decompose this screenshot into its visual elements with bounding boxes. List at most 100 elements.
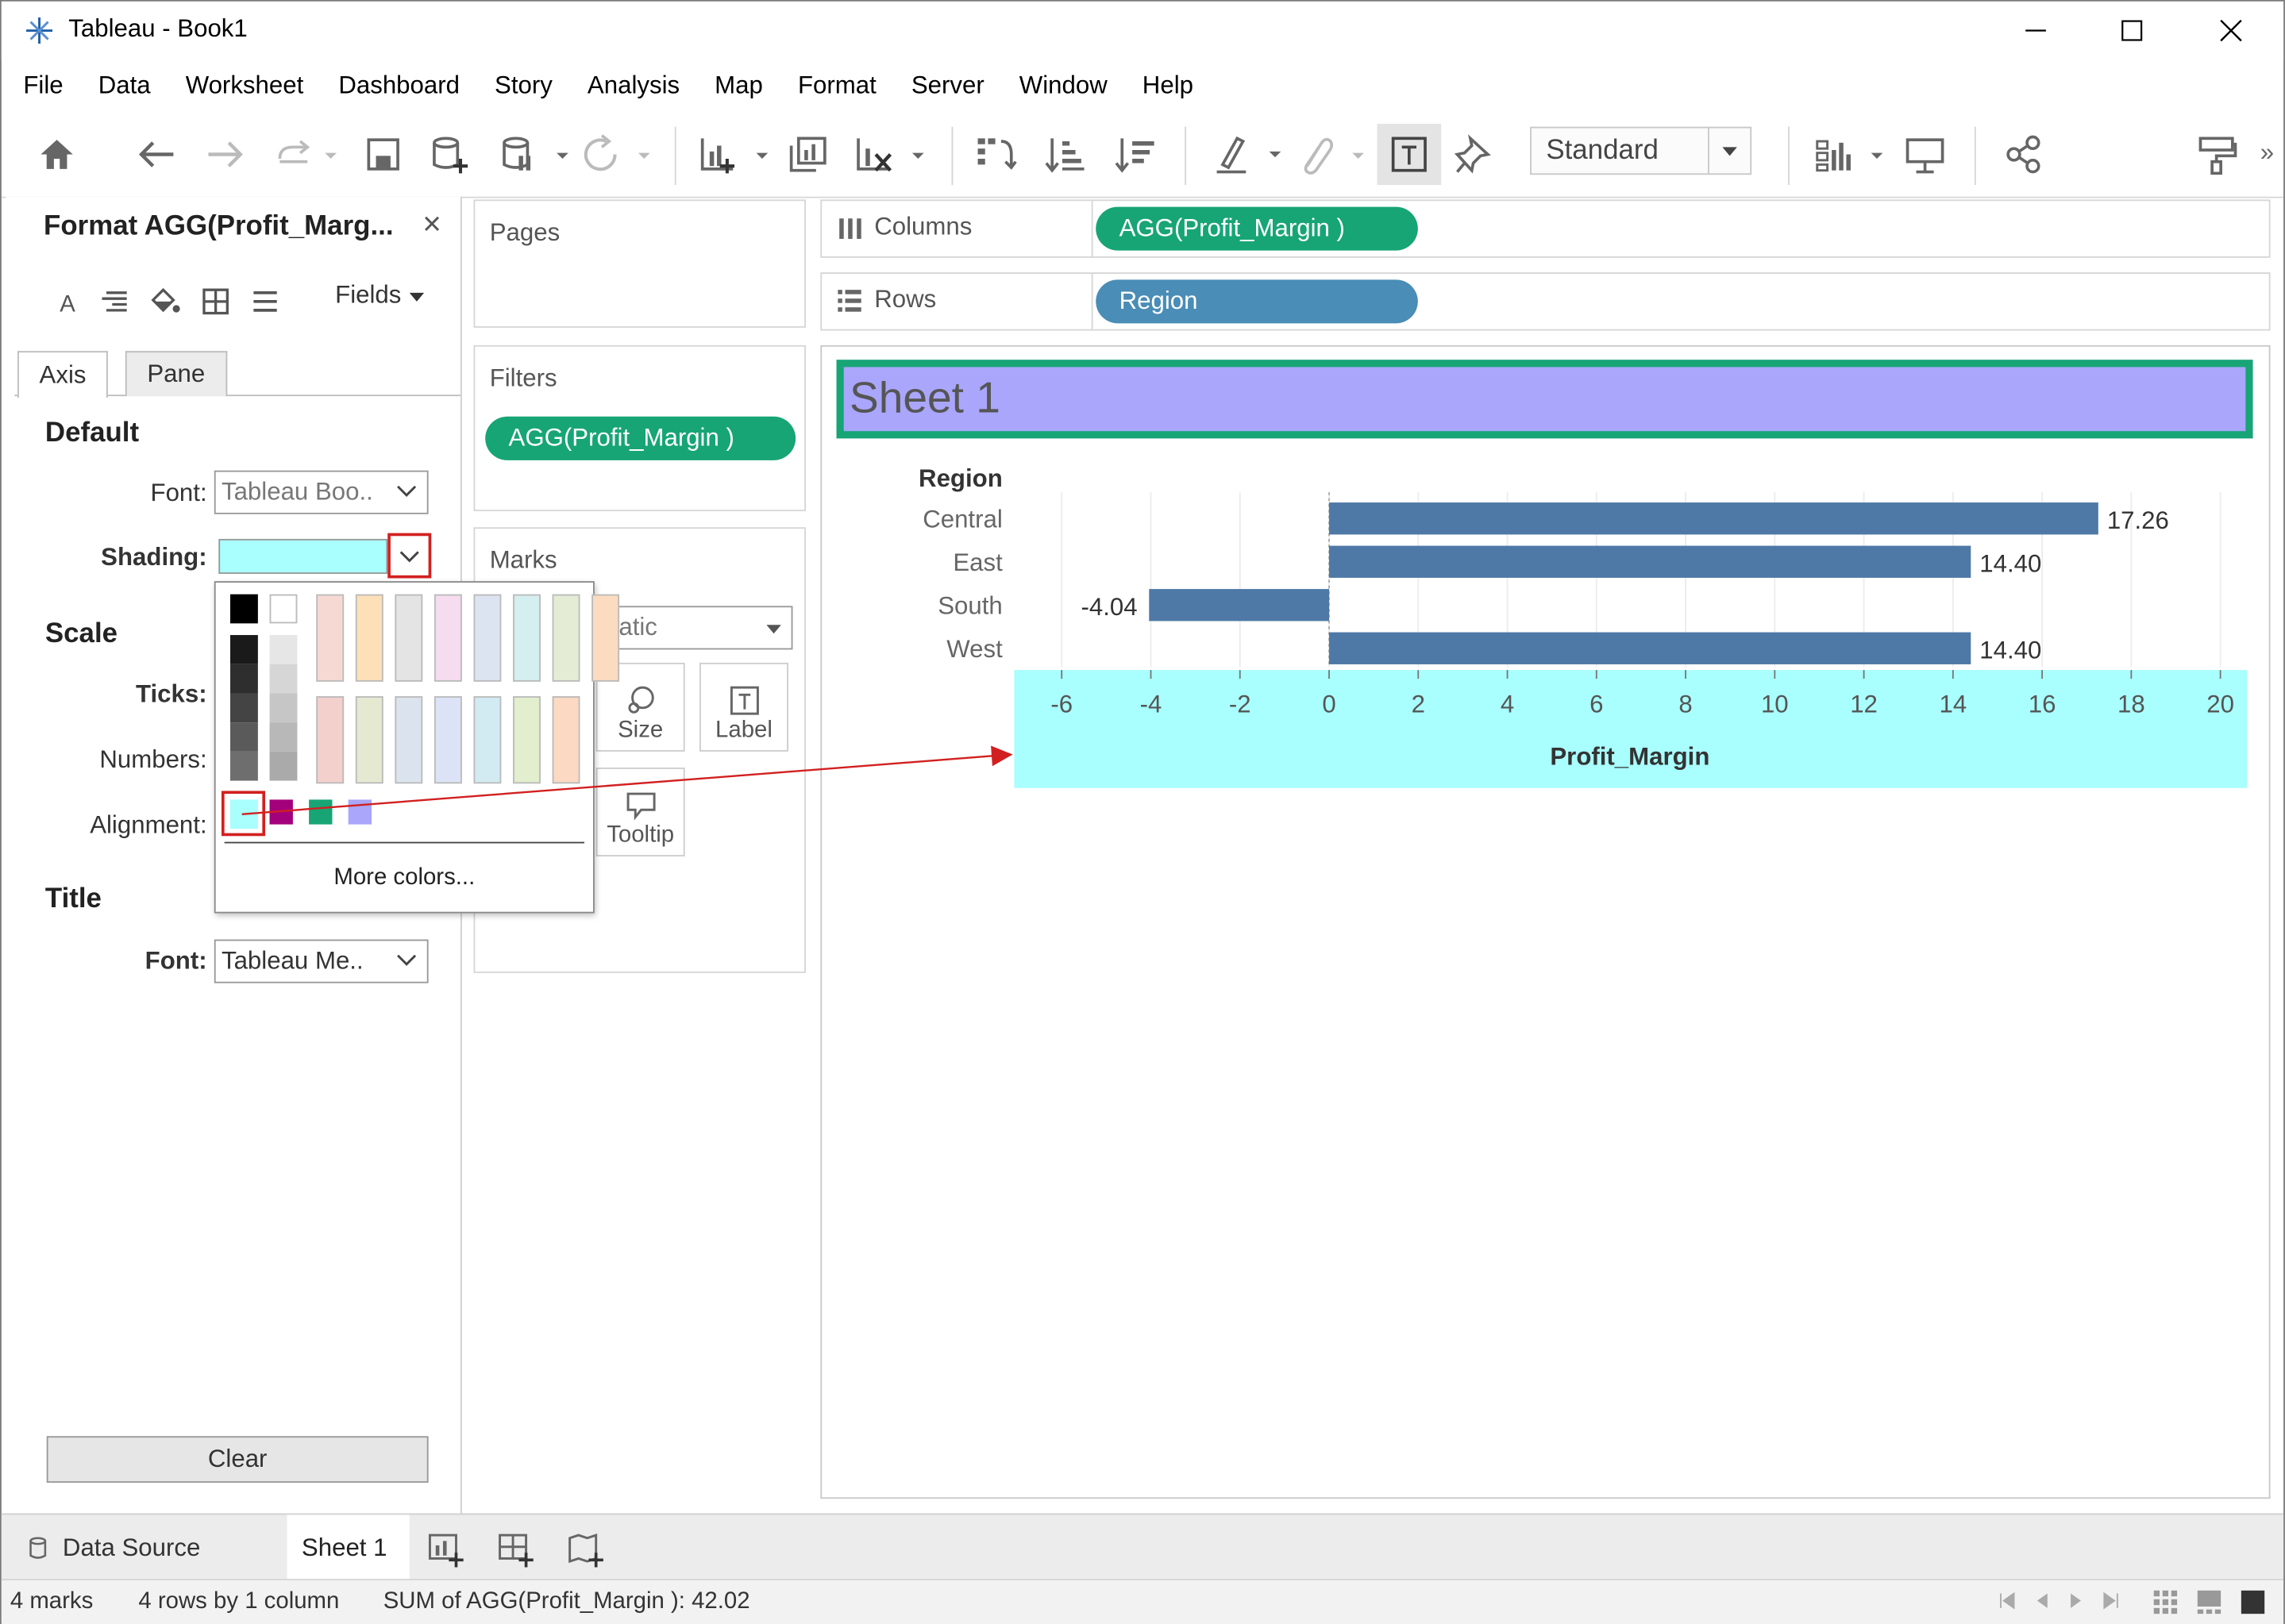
palette-swatch[interactable] — [395, 594, 423, 682]
menu-data[interactable]: Data — [81, 71, 168, 101]
palette-swatch[interactable] — [269, 635, 298, 664]
format-borders-icon[interactable] — [201, 287, 230, 316]
palette-swatch[interactable] — [269, 693, 298, 723]
palette-swatch[interactable] — [316, 696, 345, 784]
format-alignment-icon[interactable] — [99, 288, 129, 314]
maximize-button[interactable] — [2098, 7, 2165, 54]
new-worksheet-button[interactable] — [698, 133, 771, 176]
sort-ascending-button[interactable] — [1042, 133, 1089, 176]
format-painter-button[interactable] — [2193, 133, 2240, 176]
palette-swatch[interactable] — [316, 594, 345, 682]
menu-analysis[interactable]: Analysis — [570, 71, 697, 101]
menu-server[interactable]: Server — [894, 71, 1002, 101]
fit-select[interactable]: Standard — [1530, 126, 1752, 175]
new-dashboard-tab-button[interactable] — [497, 1532, 535, 1574]
palette-swatch[interactable] — [229, 722, 258, 752]
recent-color-swatch[interactable] — [309, 799, 333, 825]
tooltip-button[interactable]: Tooltip — [595, 768, 685, 856]
recent-color-swatch[interactable] — [229, 799, 258, 829]
palette-swatch[interactable] — [513, 594, 541, 682]
tabs-view-icon[interactable] — [2240, 1589, 2266, 1615]
palette-swatch[interactable] — [433, 594, 462, 682]
show-labels-button[interactable] — [1377, 123, 1442, 186]
rows-pill[interactable]: Region — [1096, 279, 1418, 324]
close-format-pane-button[interactable]: × — [422, 206, 441, 244]
format-lines-icon[interactable] — [251, 288, 280, 314]
next-tab-icon[interactable] — [2067, 1592, 2085, 1610]
recent-color-swatch[interactable] — [269, 799, 293, 825]
sheet-sorter-icon[interactable] — [2152, 1589, 2179, 1615]
more-colors-link[interactable]: More colors... — [216, 865, 593, 891]
highlight-button[interactable] — [1211, 133, 1284, 176]
home-button[interactable] — [33, 133, 80, 176]
palette-swatch[interactable] — [269, 594, 298, 624]
sort-descending-button[interactable] — [1112, 133, 1158, 176]
clear-sheet-button[interactable] — [853, 133, 928, 176]
palette-swatch[interactable] — [269, 664, 298, 694]
palette-swatch[interactable] — [355, 594, 383, 682]
palette-swatch[interactable] — [269, 751, 298, 781]
palette-swatch[interactable] — [513, 696, 541, 784]
menu-story[interactable]: Story — [477, 71, 570, 101]
palette-swatch[interactable] — [395, 696, 423, 784]
last-tab-icon[interactable] — [2102, 1591, 2120, 1610]
redo-button[interactable] — [202, 133, 249, 176]
swap-button[interactable] — [972, 133, 1019, 176]
palette-swatch[interactable] — [473, 696, 502, 784]
menu-worksheet[interactable]: Worksheet — [168, 71, 322, 101]
tab-pane[interactable]: Pane — [125, 351, 227, 397]
palette-swatch[interactable] — [229, 693, 258, 723]
minimize-button[interactable] — [2002, 7, 2069, 54]
palette-swatch[interactable] — [433, 696, 462, 784]
menu-format[interactable]: Format — [780, 71, 894, 101]
font-select[interactable]: Tableau Boo.. — [214, 470, 429, 514]
palette-swatch[interactable] — [552, 594, 580, 682]
new-data-source-button[interactable] — [427, 133, 474, 176]
format-font-icon[interactable]: A — [58, 288, 79, 315]
filter-pill[interactable]: AGG(Profit_Margin ) — [485, 416, 796, 460]
palette-swatch[interactable] — [552, 696, 580, 784]
share-button[interactable] — [2001, 133, 2048, 176]
new-story-tab-button[interactable] — [567, 1532, 605, 1574]
palette-swatch[interactable] — [229, 594, 258, 624]
new-worksheet-tab-button[interactable] — [427, 1532, 465, 1574]
show-me-button[interactable] — [1811, 133, 1886, 176]
undo-button[interactable] — [133, 133, 179, 176]
duplicate-sheet-button[interactable] — [785, 133, 832, 176]
filmstrip-icon[interactable] — [2196, 1589, 2222, 1615]
columns-pill[interactable]: AGG(Profit_Margin ) — [1096, 206, 1418, 251]
title-font-select[interactable]: Tableau Me.. — [214, 939, 429, 983]
close-window-button[interactable] — [2198, 7, 2264, 54]
fields-dropdown[interactable]: Fields — [335, 281, 426, 310]
fix-axes-button[interactable] — [1450, 133, 1497, 176]
save-button[interactable] — [360, 133, 407, 176]
sheet1-tab[interactable]: Sheet 1 — [287, 1514, 410, 1580]
menu-help[interactable]: Help — [1125, 71, 1211, 101]
group-members-button[interactable] — [1293, 133, 1368, 176]
palette-swatch[interactable] — [229, 751, 258, 781]
first-tab-icon[interactable] — [1998, 1591, 2015, 1610]
palette-swatch[interactable] — [269, 722, 298, 752]
data-source-tab[interactable]: Data Source — [13, 1514, 215, 1580]
shading-dropdown-button[interactable] — [387, 533, 432, 579]
palette-swatch[interactable] — [591, 594, 620, 682]
menu-file[interactable]: File — [6, 71, 80, 101]
label-button[interactable]: Label — [699, 662, 788, 752]
palette-swatch[interactable] — [355, 696, 383, 784]
shading-color-swatch[interactable] — [218, 538, 388, 574]
menu-map[interactable]: Map — [697, 71, 780, 101]
format-shading-icon[interactable] — [148, 287, 180, 316]
toolbar-overflow-icon[interactable]: » — [2260, 138, 2274, 167]
pause-updates-button[interactable] — [497, 133, 572, 176]
recent-color-swatch[interactable] — [348, 799, 372, 825]
clear-button[interactable]: Clear — [46, 1436, 429, 1484]
presentation-mode-button[interactable] — [1902, 133, 1948, 176]
previous-tab-icon[interactable] — [2033, 1592, 2050, 1610]
tab-axis[interactable]: Axis — [17, 351, 109, 398]
palette-swatch[interactable] — [229, 635, 258, 664]
replay-button[interactable] — [272, 133, 342, 176]
menu-dashboard[interactable]: Dashboard — [321, 71, 477, 101]
refresh-button[interactable] — [579, 133, 654, 176]
menu-window[interactable]: Window — [1002, 71, 1125, 101]
palette-swatch[interactable] — [229, 664, 258, 694]
